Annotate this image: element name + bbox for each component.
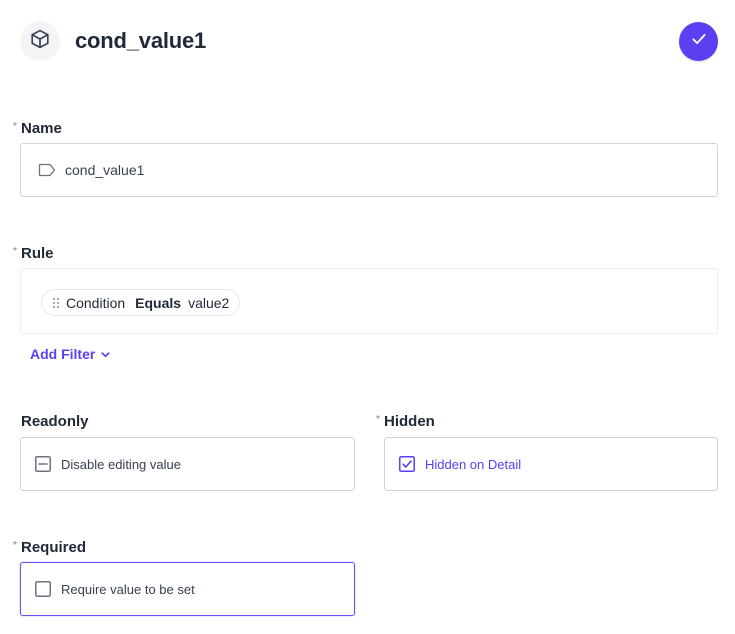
checkbox-unchecked-icon[interactable] [35, 581, 51, 597]
required-option-label: Require value to be set [61, 581, 195, 597]
field-type-avatar [20, 21, 60, 61]
rule-condition-chip[interactable]: Condition Equals value2 [41, 289, 241, 316]
required-marker: * [376, 414, 380, 425]
required-option[interactable]: Require value to be set [20, 562, 355, 616]
required-marker: * [13, 540, 17, 551]
readonly-option[interactable]: Disable editing value [20, 437, 355, 491]
rule-value: value2 [188, 294, 230, 311]
drag-handle-icon[interactable] [52, 297, 60, 309]
readonly-label: Readonly [21, 413, 89, 430]
field-editor: cond_value1 * Name cond_value1 * Rule Co… [0, 0, 735, 634]
cube-icon [29, 28, 51, 55]
rule-label: Rule [21, 245, 54, 262]
checkbox-indeterminate-icon[interactable] [35, 456, 51, 472]
hidden-label: Hidden [384, 413, 435, 430]
checkbox-checked-icon[interactable] [399, 456, 415, 472]
check-icon [690, 30, 708, 53]
required-marker: * [13, 121, 17, 132]
page-title: cond_value1 [75, 28, 207, 53]
hidden-option-label: Hidden on Detail [425, 456, 522, 472]
name-value: cond_value1 [65, 162, 145, 178]
chevron-down-icon [95, 349, 111, 360]
tag-icon [38, 163, 56, 177]
rule-builder: Condition Equals value2 [20, 268, 718, 334]
required-marker: * [13, 246, 17, 257]
readonly-option-label: Disable editing value [61, 456, 181, 472]
name-input[interactable]: cond_value1 [20, 143, 718, 197]
hidden-option[interactable]: Hidden on Detail [384, 437, 718, 491]
add-filter-button[interactable]: Add Filter [30, 346, 111, 362]
name-label: Name [21, 120, 62, 137]
add-filter-label: Add Filter [30, 346, 96, 362]
rule-field-name: Condition [66, 294, 126, 311]
confirm-button[interactable] [679, 22, 718, 61]
rule-operator: Equals [135, 294, 182, 311]
required-label: Required [21, 539, 87, 556]
